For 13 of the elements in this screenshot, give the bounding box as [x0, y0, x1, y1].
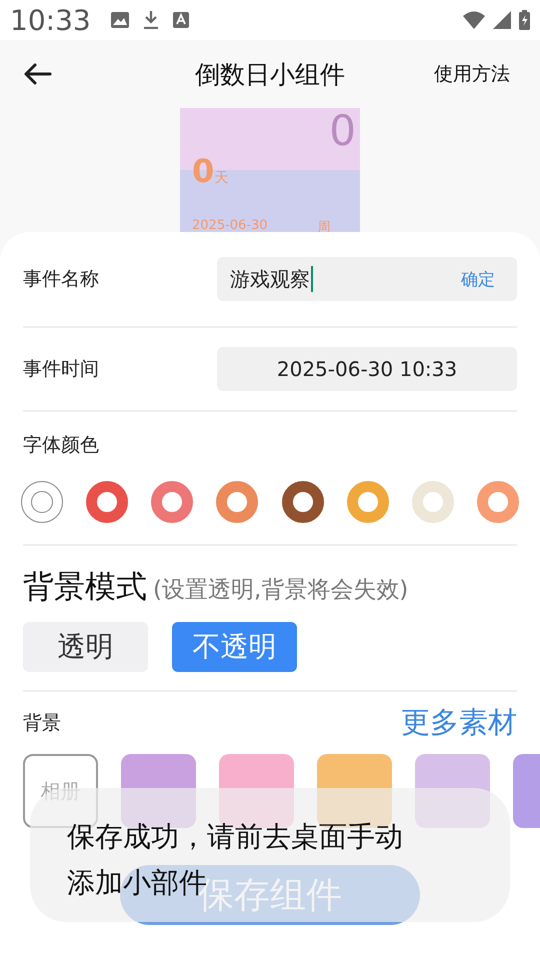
preview-number: 0 — [329, 110, 356, 152]
status-time: 10:33 — [10, 4, 91, 36]
preview-days: 0 — [192, 152, 214, 190]
field-label: 事件名称 — [23, 267, 100, 292]
preview-days-unit: 天 — [214, 169, 228, 187]
section-label: 字体颜色 — [23, 433, 100, 458]
section-hint: (设置透明,背景将会失效) — [153, 576, 408, 605]
section-label: 背景 — [23, 711, 61, 736]
page-title: 倒数日小组件 — [195, 58, 345, 90]
preview-weekday: 周 — [318, 219, 331, 236]
field-label: 事件时间 — [23, 357, 100, 382]
preview-date: 2025-06-30 — [192, 218, 268, 235]
section-title: 背景模式 — [23, 568, 147, 607]
